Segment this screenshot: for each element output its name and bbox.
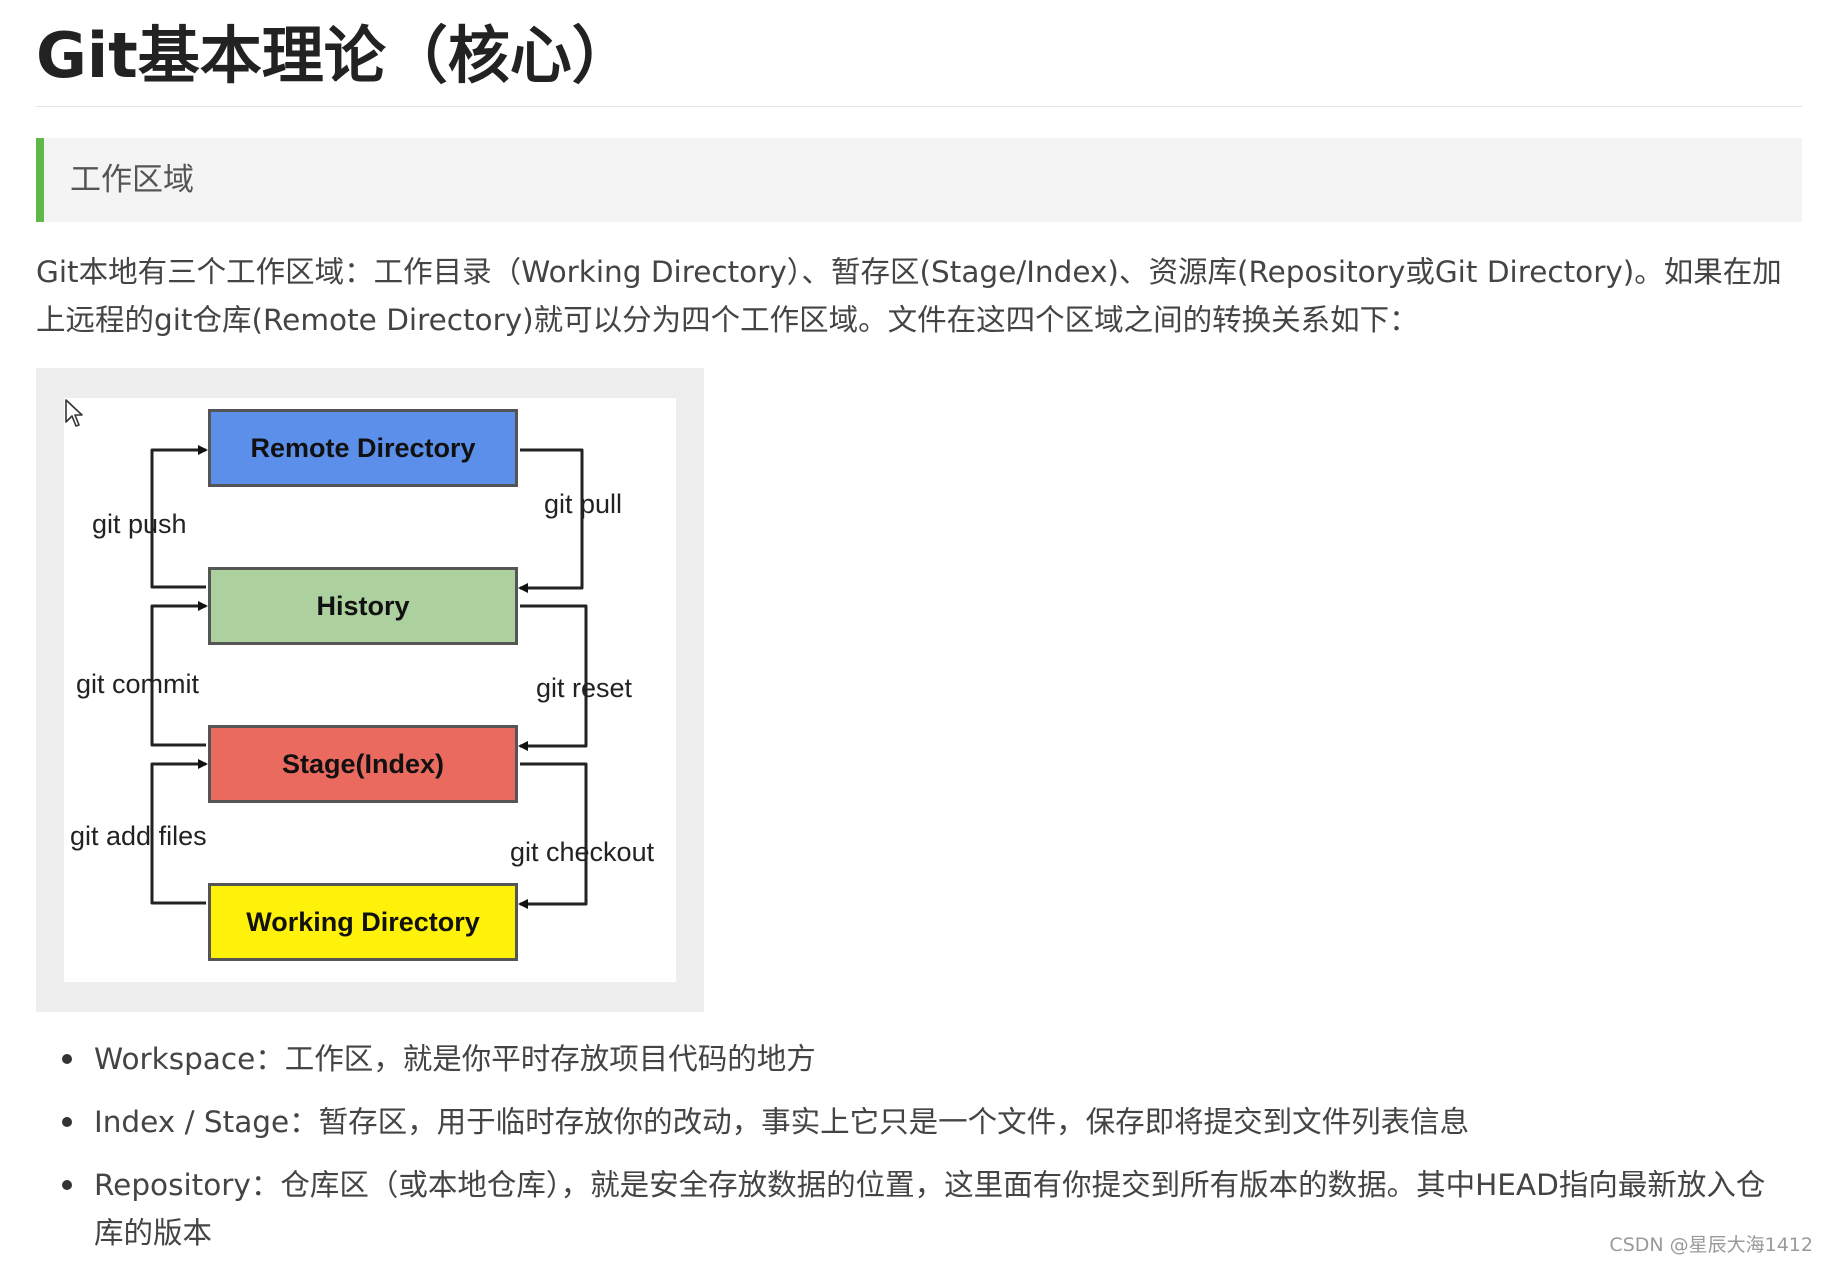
definition-list: Workspace：工作区，就是你平时存放项目代码的地方 Index / Sta…: [56, 1035, 1776, 1272]
list-item: Repository：仓库区（或本地仓库），就是安全存放数据的位置，这里面有你提…: [56, 1161, 1776, 1257]
list-item-text: Repository：仓库区（或本地仓库），就是安全存放数据的位置，这里面有你提…: [94, 1168, 1766, 1250]
diagram-canvas: Remote Directory History Stage(Index) Wo…: [64, 398, 676, 982]
list-item: Index / Stage：暂存区，用于临时存放你的改动，事实上它只是一个文件，…: [56, 1098, 1776, 1146]
history-box: History: [208, 567, 518, 645]
checkout-connector: [518, 762, 588, 909]
git-reset-label: git reset: [536, 673, 633, 703]
git-commit-label: git commit: [76, 669, 200, 699]
list-item-text: Workspace：工作区，就是你平时存放项目代码的地方: [94, 1042, 816, 1076]
stage-index-box: Stage(Index): [208, 725, 518, 803]
csdn-watermark: CSDN @星辰大海1412: [1609, 1234, 1813, 1256]
section-heading: 工作区域: [70, 162, 194, 198]
bullet-icon: [62, 1180, 72, 1190]
bullet-icon: [62, 1054, 72, 1064]
working-directory-box: Working Directory: [208, 883, 518, 961]
git-workflow-diagram: Remote Directory History Stage(Index) Wo…: [36, 368, 704, 1012]
intro-paragraph: Git本地有三个工作区域：工作目录（Working Directory）、暂存区…: [36, 255, 1782, 337]
title-divider: [36, 106, 1802, 107]
git-pull-label: git pull: [544, 489, 623, 519]
git-checkout-label: git checkout: [510, 837, 655, 867]
page-title: Git基本理论（核心）: [36, 19, 634, 92]
list-item: Workspace：工作区，就是你平时存放项目代码的地方: [56, 1035, 1776, 1083]
git-add-files-label: git add files: [70, 821, 207, 851]
bullet-icon: [62, 1117, 72, 1127]
git-push-label: git push: [92, 509, 187, 539]
list-item-text: Index / Stage：暂存区，用于临时存放你的改动，事实上它只是一个文件，…: [94, 1105, 1470, 1139]
mouse-pointer-icon: [65, 399, 83, 427]
remote-directory-box: Remote Directory: [208, 409, 518, 487]
section-heading-block: 工作区域: [36, 138, 1802, 222]
